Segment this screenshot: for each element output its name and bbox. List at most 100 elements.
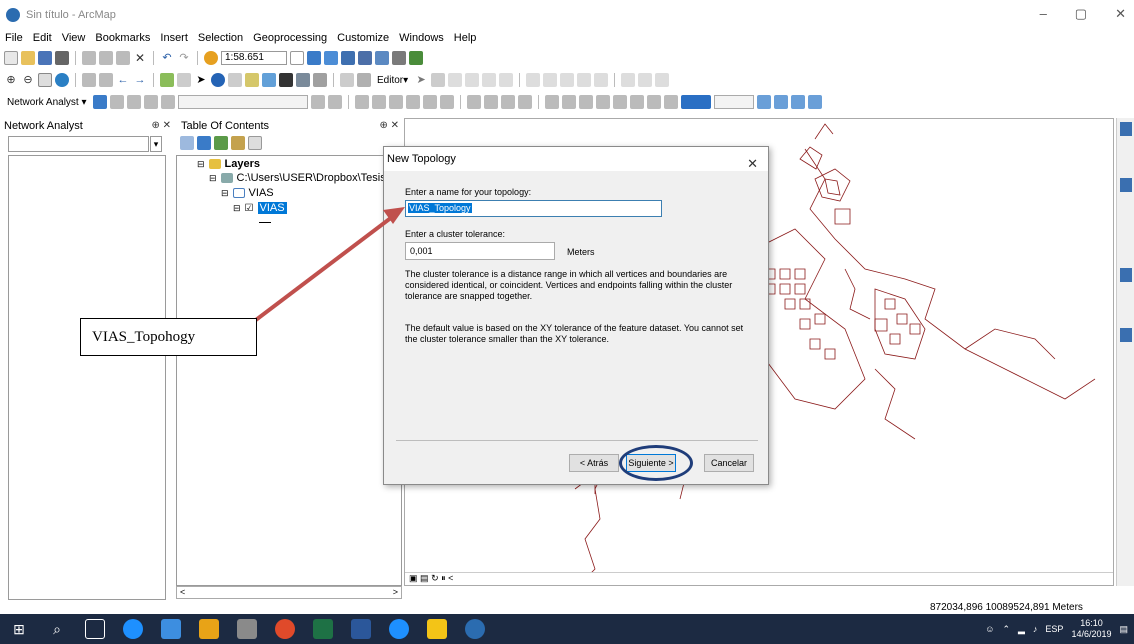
- notifications-icon[interactable]: ▤: [1119, 624, 1128, 635]
- network-identify-icon[interactable]: [327, 95, 342, 109]
- reshape-feature-icon[interactable]: [543, 73, 558, 87]
- collapse-icon[interactable]: ⊟: [209, 173, 217, 184]
- notes-icon[interactable]: [427, 619, 447, 639]
- select-features-icon[interactable]: [160, 73, 174, 87]
- network-dataset-dropdown[interactable]: [177, 95, 308, 109]
- editor-menu[interactable]: Editor▾: [374, 75, 411, 86]
- hyperlink-icon[interactable]: [228, 73, 242, 87]
- network-analysis-layer-dropdown[interactable]: [8, 136, 149, 152]
- menu-insert[interactable]: Insert: [160, 32, 188, 44]
- edit-vertices-icon[interactable]: [526, 73, 541, 87]
- refresh-icon[interactable]: ↻: [431, 573, 439, 583]
- attributes-icon[interactable]: [621, 73, 636, 87]
- topology-tool-icon[interactable]: [388, 95, 403, 109]
- arctoolbox-icon[interactable]: [375, 51, 389, 65]
- find-icon[interactable]: [279, 73, 293, 87]
- restore-icon[interactable]: ▢: [1075, 6, 1087, 22]
- clock[interactable]: 16:10 14/6/2019: [1071, 618, 1111, 640]
- cluster-tolerance-input[interactable]: 0,001: [405, 242, 555, 260]
- map-scroll-left-icon[interactable]: <: [448, 573, 453, 583]
- people-icon[interactable]: ☺: [985, 624, 994, 634]
- fixed-zoom-in-icon[interactable]: [82, 73, 96, 87]
- menu-selection[interactable]: Selection: [198, 32, 243, 44]
- layer-dropdown[interactable]: [713, 95, 754, 109]
- search-icon[interactable]: ⌕: [47, 619, 67, 639]
- fixed-zoom-out-icon[interactable]: [99, 73, 113, 87]
- results-dock-icon[interactable]: [1120, 328, 1132, 342]
- list-by-drawing-order-icon[interactable]: [180, 136, 194, 150]
- pin-icon[interactable]: ⊕ ✕: [151, 119, 171, 133]
- image-tools-icon[interactable]: [790, 95, 805, 109]
- html-popup-icon[interactable]: [245, 73, 259, 87]
- search-window-icon[interactable]: [358, 51, 372, 65]
- dataset-node[interactable]: ⊟ VIAS: [221, 187, 274, 199]
- trace-icon[interactable]: [482, 73, 497, 87]
- data-view-icon[interactable]: ▣: [409, 573, 418, 583]
- store-icon[interactable]: [161, 619, 181, 639]
- layer-node[interactable]: ⊟ ☑ VIAS: [233, 202, 287, 214]
- cancel-button[interactable]: Cancelar: [704, 454, 754, 472]
- zoom-100-icon[interactable]: [612, 95, 627, 109]
- directions-icon[interactable]: [160, 95, 175, 109]
- collapse-icon[interactable]: ⊟: [221, 188, 229, 199]
- list-by-selection-icon[interactable]: [231, 136, 245, 150]
- measure-icon[interactable]: [262, 73, 276, 87]
- pan-icon[interactable]: [38, 73, 52, 87]
- file-explorer-icon[interactable]: [199, 619, 219, 639]
- scale-dropdown-icon[interactable]: [290, 51, 304, 65]
- point-icon[interactable]: [499, 73, 514, 87]
- edit-annotation-icon[interactable]: [431, 73, 446, 87]
- select-elements-icon[interactable]: ➤: [194, 73, 208, 87]
- show-hidden-icons-icon[interactable]: ⌃: [1002, 624, 1010, 635]
- add-data-icon[interactable]: [204, 51, 218, 65]
- map-scale-input[interactable]: 1:58.651: [221, 51, 287, 65]
- image-analysis-icon[interactable]: [756, 95, 771, 109]
- identity-link-icon[interactable]: [517, 95, 532, 109]
- close-icon[interactable]: ✕: [1115, 6, 1126, 22]
- scroll-left-icon[interactable]: <: [180, 587, 185, 597]
- menu-view[interactable]: View: [62, 32, 86, 44]
- dialog-close-icon[interactable]: ✕: [747, 152, 758, 176]
- python-window-icon[interactable]: [392, 51, 406, 65]
- layer-visibility-checkbox[interactable]: ☑: [245, 203, 254, 214]
- create-network-location-icon[interactable]: [109, 95, 124, 109]
- forward-extent-icon[interactable]: →: [133, 73, 147, 87]
- na-properties-icon[interactable]: ▾: [150, 136, 162, 152]
- menu-file[interactable]: File: [5, 32, 23, 44]
- color-swatch-icon[interactable]: [680, 95, 711, 109]
- image-classification-icon[interactable]: [773, 95, 788, 109]
- edit-tool-icon[interactable]: ➤: [414, 73, 428, 87]
- zoom-out-icon[interactable]: ⊖: [21, 73, 35, 87]
- open-folder-icon[interactable]: [21, 51, 35, 65]
- clear-selection-icon[interactable]: [177, 73, 191, 87]
- minimize-icon[interactable]: –: [1040, 6, 1047, 22]
- network-analyst-menu[interactable]: Network Analyst ▾: [4, 97, 90, 108]
- word-icon[interactable]: [351, 619, 371, 639]
- search-dock-icon[interactable]: [1120, 178, 1132, 192]
- redo-icon[interactable]: ↷: [177, 51, 191, 65]
- editor-toolbar-icon[interactable]: [307, 51, 321, 65]
- list-by-visibility-icon[interactable]: [214, 136, 228, 150]
- catalog-window-icon[interactable]: [341, 51, 355, 65]
- list-by-source-icon[interactable]: [197, 136, 211, 150]
- new-document-icon[interactable]: [4, 51, 18, 65]
- excel-icon[interactable]: [313, 619, 333, 639]
- fix-topology-icon[interactable]: [422, 95, 437, 109]
- solve-icon[interactable]: [143, 95, 158, 109]
- select-move-location-icon[interactable]: [126, 95, 141, 109]
- toc-options-icon[interactable]: [248, 136, 262, 150]
- undo-icon[interactable]: ↶: [160, 51, 174, 65]
- copy-icon[interactable]: [99, 51, 113, 65]
- catalog-dock-icon[interactable]: [1120, 122, 1132, 136]
- back-button[interactable]: < Atrás: [569, 454, 619, 472]
- back-extent-icon[interactable]: ←: [116, 73, 130, 87]
- photos-icon[interactable]: [237, 619, 257, 639]
- network-analyst-window-icon[interactable]: [92, 95, 107, 109]
- cut-polygons-icon[interactable]: [560, 73, 575, 87]
- menu-customize[interactable]: Customize: [337, 32, 389, 44]
- edge-browser-icon[interactable]: [123, 619, 143, 639]
- focus-frame-icon[interactable]: [663, 95, 678, 109]
- modelbuilder-icon[interactable]: [409, 51, 423, 65]
- georef-icon[interactable]: [354, 95, 369, 109]
- layer-tools-icon[interactable]: [371, 95, 386, 109]
